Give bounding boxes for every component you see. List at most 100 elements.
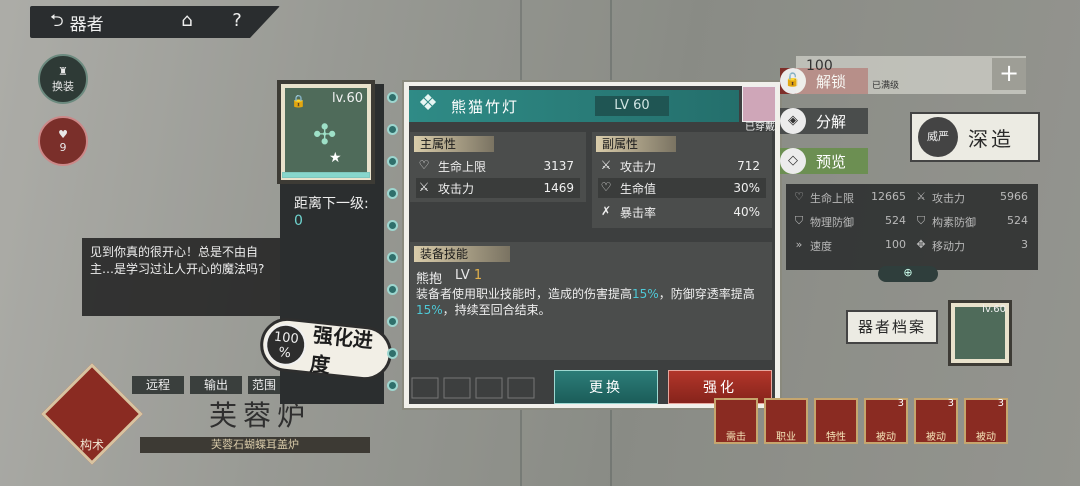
knot-icon: ❖: [418, 91, 438, 116]
stat-name: 构素防御: [932, 216, 976, 229]
change-outfit-label: 换装: [52, 79, 74, 93]
deep-study-button[interactable]: 威严 深造: [910, 112, 1040, 162]
stat-value: 12665: [871, 190, 906, 203]
swords-icon: ⚔: [916, 190, 926, 203]
item-title: 熊猫竹灯: [451, 97, 520, 116]
stat-name: 生命上限: [810, 192, 854, 205]
stat-name: 移动力: [932, 240, 965, 253]
item-level: lv.60: [332, 91, 363, 106]
skill-slot-label: 职业: [776, 432, 796, 443]
spiral-ring: [387, 348, 398, 359]
decompose-label: 分解: [816, 112, 847, 131]
attr-value: 1469: [543, 181, 574, 195]
back-button[interactable]: ⮌ 器者: [50, 9, 170, 35]
progress-percent-circle: 100 %: [263, 321, 309, 368]
help-icon[interactable]: ?: [226, 10, 248, 32]
item-progress-bar: [282, 172, 370, 178]
heart-icon: ♡: [418, 158, 430, 172]
skill-level: LV 1: [455, 268, 482, 283]
skill-slot-label: 需击: [726, 432, 746, 443]
character-archive-button[interactable]: 器者档案: [846, 310, 938, 344]
stat-value: 524: [1007, 214, 1028, 227]
back-arrow-icon: ⮌: [50, 10, 64, 31]
attr-value: 40%: [733, 205, 760, 219]
main-attributes-header: 主属性: [414, 136, 494, 152]
skill-desc-text: ，持续至回合结束。: [442, 303, 551, 317]
heart-icon: ♡: [600, 180, 612, 194]
skill-slot[interactable]: 3 被动: [914, 398, 958, 444]
spiral-ring: [387, 92, 398, 103]
skill-desc-text: 装备者使用职业技能时，造成的伤害提高: [416, 287, 633, 301]
zoom-in-icon[interactable]: ⊕: [878, 266, 938, 282]
skill-name: 熊抱: [416, 272, 443, 287]
shield-icon: ⛉: [794, 214, 804, 227]
favor-button[interactable]: ♥ 9: [38, 116, 88, 166]
change-outfit-button[interactable]: ♜ 换装: [38, 54, 88, 104]
skill-slot-label: 被动: [976, 432, 996, 443]
skill-slot-label: 被动: [926, 432, 946, 443]
skill-description: 装备者使用职业技能时，造成的伤害提高15%，防御穿透率提高15%，持续至回合结束…: [416, 286, 764, 318]
spiral-ring: [387, 380, 398, 391]
preview-button[interactable]: ◇ 预览: [780, 148, 868, 174]
tag-area: 范围: [248, 376, 280, 394]
favor-count: 9: [59, 141, 67, 154]
tag-output: 输出: [190, 376, 242, 394]
replace-button[interactable]: 更换: [554, 370, 658, 404]
home-icon[interactable]: ⌂: [176, 10, 198, 32]
skill-desc-highlight: 15%: [632, 287, 659, 301]
skill-slot[interactable]: 特性: [814, 398, 858, 444]
stat-value: 5966: [1000, 190, 1028, 203]
add-button[interactable]: +: [992, 58, 1026, 90]
skill-slot-count: 3: [947, 398, 954, 409]
attr-value: 30%: [733, 181, 760, 195]
equipped-item-slot[interactable]: lv.60: [948, 300, 1012, 366]
attr-name: 攻击力: [438, 181, 475, 196]
stat-cell: ⚔ 攻击力 5966: [914, 190, 1032, 206]
tag-ranged: 远程: [132, 376, 184, 394]
decompose-button[interactable]: ◈ 分解: [780, 108, 868, 134]
spiral-ring: [387, 156, 398, 167]
skill-level-number: 1: [473, 268, 483, 283]
lantern-icon: ✣: [313, 118, 337, 151]
attr-name: 生命值: [620, 181, 657, 196]
top-count: 100: [806, 58, 833, 74]
back-label: 器者: [69, 14, 104, 35]
character-subtitle: 芙蓉石蝴蝶耳盖炉: [140, 437, 370, 453]
attr-name: 攻击力: [620, 159, 657, 174]
sub-attr-row: ♡ 生命值 30%: [598, 178, 766, 198]
main-attr-row: ⚔ 攻击力 1469: [416, 178, 580, 198]
stat-name: 速度: [810, 240, 832, 253]
stat-cell: » 速度 100: [792, 238, 910, 254]
item-title-level: LV 60: [595, 96, 669, 116]
skill-level-prefix: LV: [455, 268, 470, 283]
main-attributes-box: 主属性 ♡ 生命上限 3137 ⚔ 攻击力 1469: [410, 132, 586, 202]
skill-desc-highlight: 15%: [416, 303, 443, 317]
skill-slot[interactable]: 需击: [714, 398, 758, 444]
skill-slot-count: 3: [897, 398, 904, 409]
skill-desc-text: ，防御穿透率提高: [658, 287, 755, 301]
main-attr-row: ♡ 生命上限 3137: [416, 156, 580, 176]
skill-slot-label: 特性: [826, 432, 846, 443]
item-card[interactable]: lv.60 🔒 ✣ ★: [277, 80, 375, 184]
heart-icon: ♡: [794, 190, 804, 203]
next-level-value: 0: [294, 213, 303, 229]
attr-value: 712: [737, 159, 760, 173]
spiral-ring: [387, 188, 398, 199]
lock-icon: 🔒: [291, 94, 306, 108]
stat-name: 物理防御: [810, 216, 854, 229]
item-progress-fill: [283, 173, 369, 177]
sub-attr-row: ✗ 暴击率 40%: [598, 202, 766, 222]
decorative-stamp-strip: [410, 372, 540, 402]
stat-value: 524: [885, 214, 906, 227]
skill-slot[interactable]: 职业: [764, 398, 808, 444]
skill-slot[interactable]: 3 被动: [864, 398, 908, 444]
skill-slot[interactable]: 3 被动: [964, 398, 1008, 444]
stat-value: 100: [885, 238, 906, 251]
spiral-ring: [387, 220, 398, 231]
swords-icon: ⚔: [600, 158, 612, 172]
stats-row: ⛉ 物理防御 524 ⛉ 构素防御 524: [792, 214, 1032, 234]
skill-slot-label: 被动: [876, 432, 896, 443]
item-art-image: lv.60 🔒 ✣ ★: [285, 88, 367, 174]
dialog-title-bar: ❖ 熊猫竹灯 LV 60: [409, 90, 739, 122]
shirt-icon: ♜: [58, 64, 68, 78]
